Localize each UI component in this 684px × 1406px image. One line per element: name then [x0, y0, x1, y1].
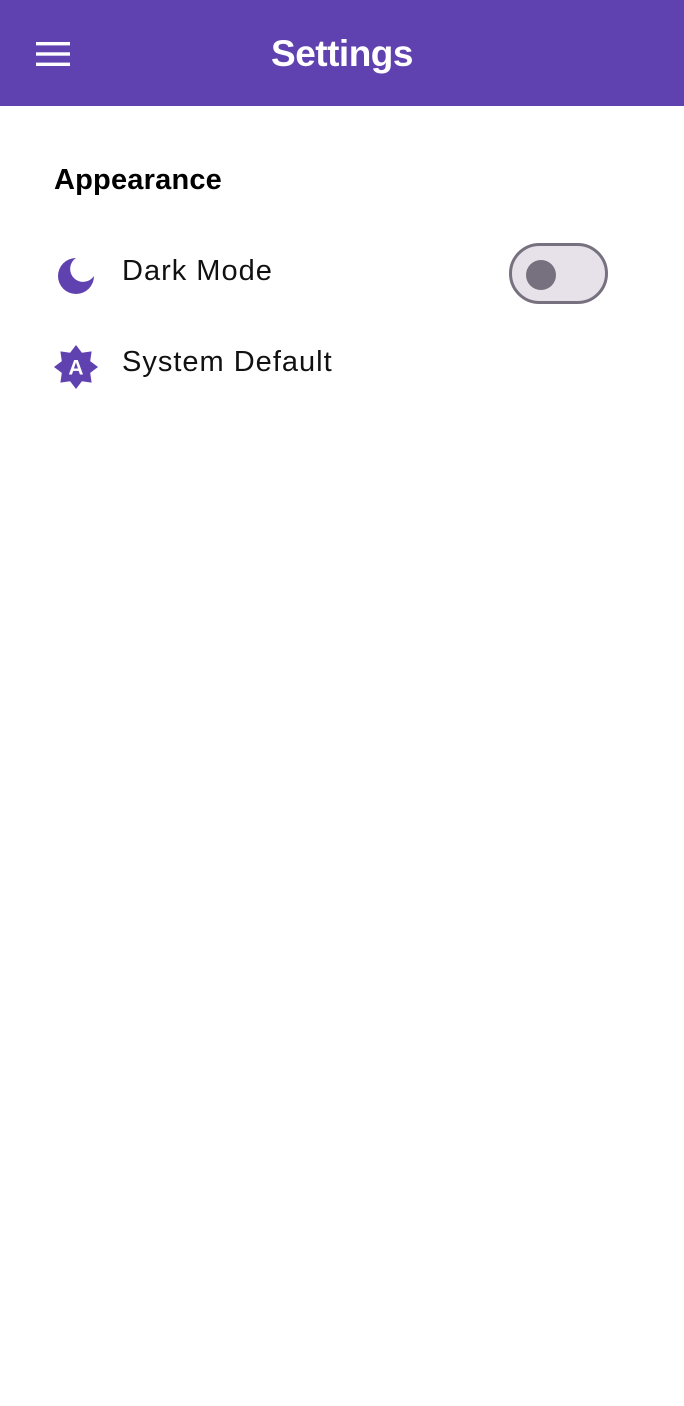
- hamburger-menu-icon: [36, 42, 70, 66]
- setting-row-dark-mode[interactable]: Dark Mode: [0, 233, 684, 313]
- section-title-appearance: Appearance: [54, 164, 223, 196]
- app-bar: Settings: [0, 0, 684, 106]
- setting-row-system-default[interactable]: A System Default: [0, 324, 684, 404]
- auto-brightness-icon: A: [54, 345, 98, 389]
- toggle-thumb: [526, 260, 556, 290]
- dark-mode-toggle[interactable]: [509, 243, 608, 304]
- dark-mode-label: Dark Mode: [122, 255, 273, 287]
- auto-brightness-letter: A: [68, 357, 83, 380]
- moon-icon: [58, 258, 94, 294]
- page-title: Settings: [271, 33, 413, 74]
- system-default-label: System Default: [122, 346, 333, 378]
- menu-button[interactable]: [30, 33, 76, 75]
